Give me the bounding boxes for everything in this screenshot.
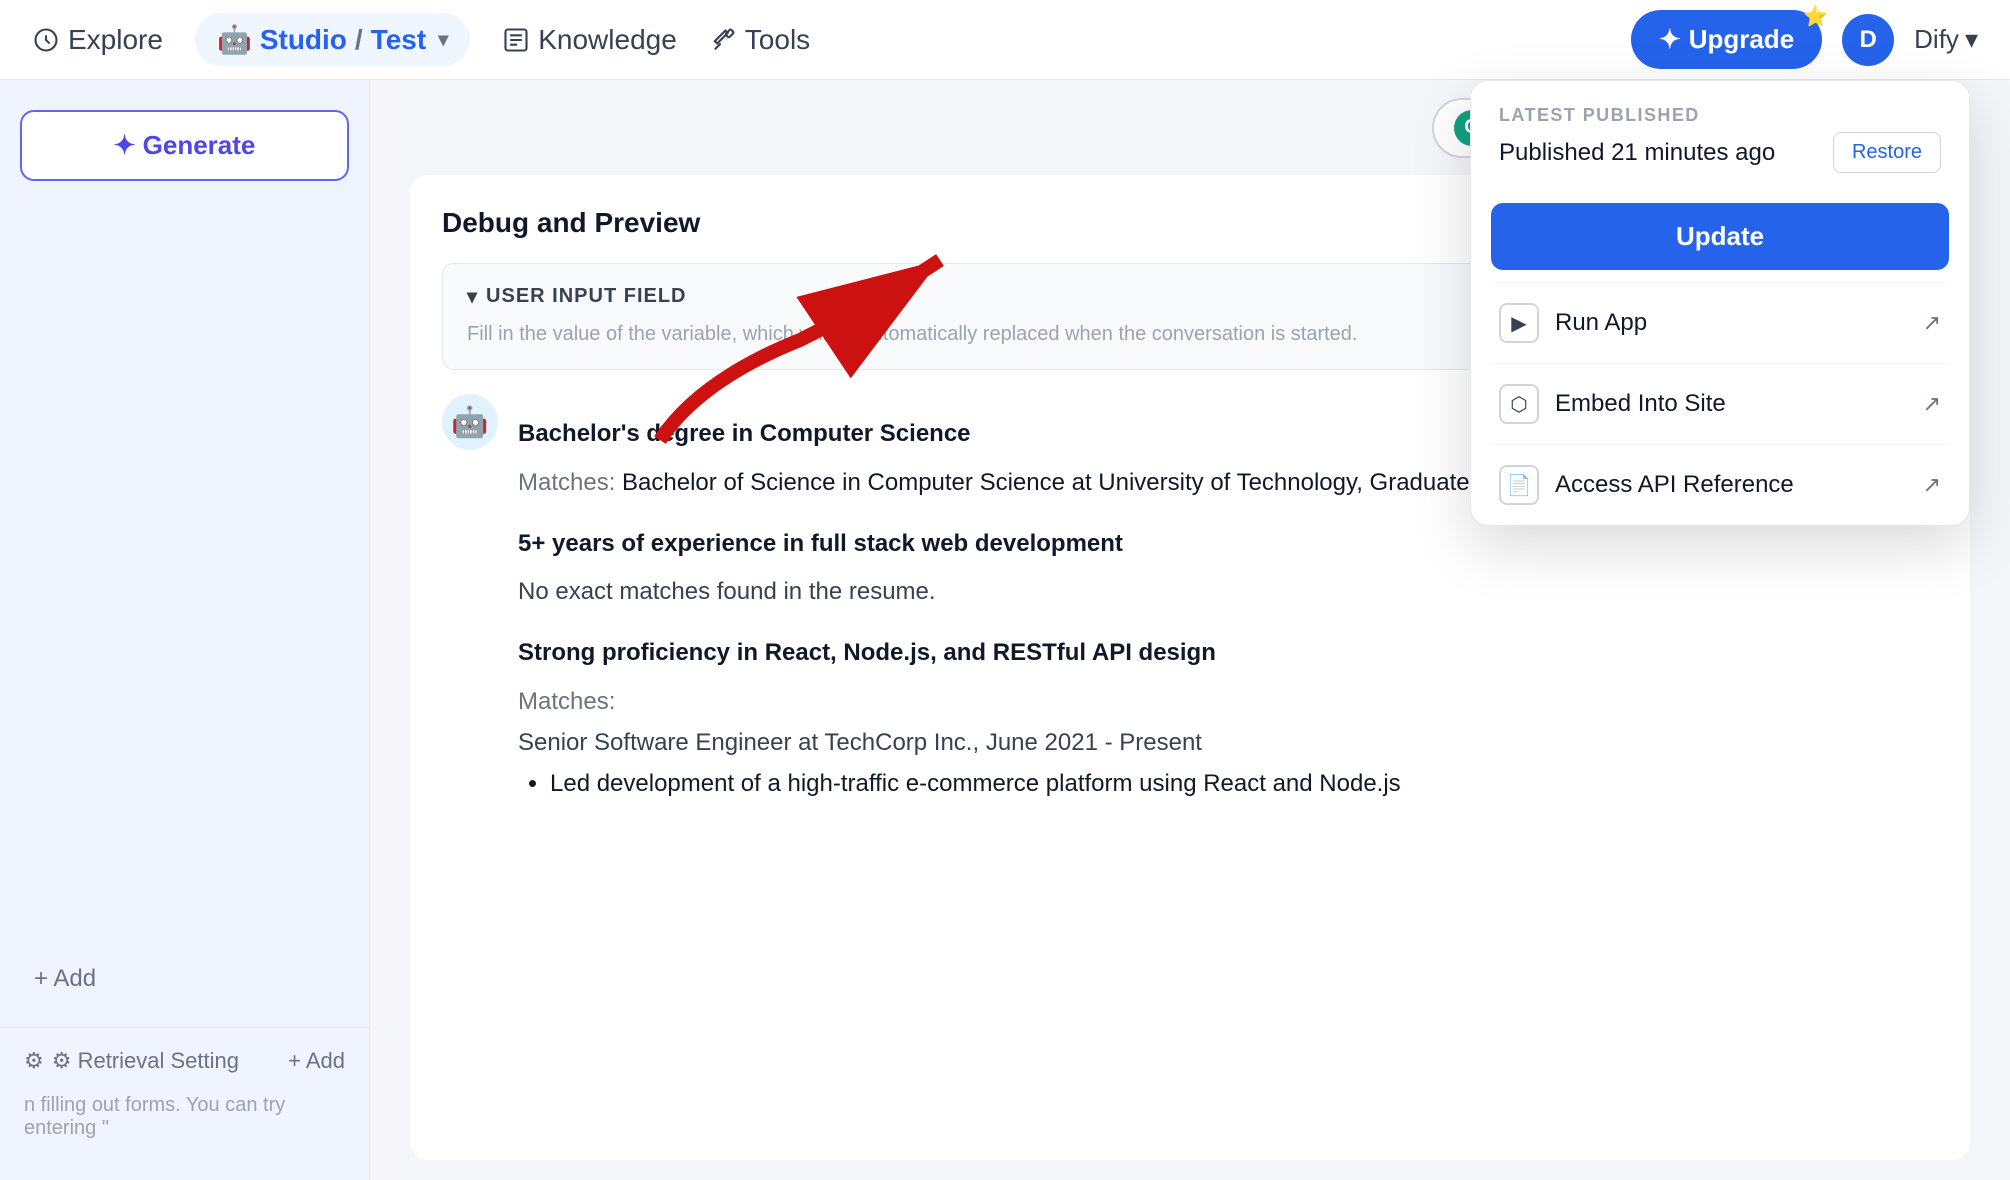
embed-item[interactable]: ⬡ Embed Into Site ↗ <box>1471 364 1969 444</box>
dropdown-published-text: Published 21 minutes ago <box>1499 139 1775 167</box>
chat-avatar: 🤖 <box>442 394 498 450</box>
explore-icon <box>32 26 60 54</box>
knowledge-icon <box>502 26 530 54</box>
api-icon: 📄 <box>1499 465 1539 505</box>
sidebar-bottom-text: n filling out forms. You can try enterin… <box>24 1094 285 1139</box>
embed-label: Embed Into Site <box>1555 390 1726 418</box>
studio-icon: 🤖 <box>217 23 252 56</box>
restore-button[interactable]: Restore <box>1833 132 1941 173</box>
embed-arrow-icon: ↗ <box>1923 391 1941 417</box>
studio-label: Studio <box>260 24 347 56</box>
api-item[interactable]: 📄 Access API Reference ↗ <box>1471 445 1969 525</box>
api-arrow-icon: ↗ <box>1923 472 1941 498</box>
tools-icon <box>709 26 737 54</box>
update-button[interactable]: Update <box>1491 203 1949 270</box>
api-label: Access API Reference <box>1555 471 1794 499</box>
sidebar-add-button[interactable]: + Add <box>20 951 349 1007</box>
sidebar: ✦ Generate + Add ⚙ ⚙ Retrieval Setting +… <box>0 80 370 1180</box>
tools-label: Tools <box>745 24 810 56</box>
section2-title: 5+ years of experience in full stack web… <box>518 524 1938 565</box>
retrieval-icon: ⚙ <box>24 1048 44 1074</box>
section1-match: Bachelor of Science in Computer Science … <box>622 469 1595 496</box>
run-app-arrow-icon: ↗ <box>1923 310 1941 336</box>
nav-tools[interactable]: Tools <box>709 24 810 56</box>
topnav: Explore 🤖 Studio / Test ▾ Knowledge Tool… <box>0 0 2010 80</box>
nav-knowledge[interactable]: Knowledge <box>502 24 677 56</box>
dropdown-header: LATEST PUBLISHED Published 21 minutes ag… <box>1471 81 1969 191</box>
user-chevron-icon: ▾ <box>1965 24 1978 55</box>
star-icon: ⭐ <box>1803 4 1828 29</box>
generate-button[interactable]: ✦ Generate <box>20 110 349 181</box>
run-app-label: Run App <box>1555 309 1647 337</box>
section2-text: No exact matches found in the resume. <box>518 572 1938 613</box>
chat-bullet-item: Led development of a high-traffic e-comm… <box>550 764 1938 805</box>
collapse-icon: ▾ <box>467 284 478 309</box>
embed-icon: ⬡ <box>1499 384 1539 424</box>
nav-explore[interactable]: Explore <box>32 24 163 56</box>
upgrade-label: Upgrade <box>1689 24 1794 55</box>
section3-match: Senior Software Engineer at TechCorp Inc… <box>518 723 1938 764</box>
chat-bullet-list: Led development of a high-traffic e-comm… <box>550 764 1938 805</box>
generate-label: ✦ Generate <box>114 130 256 161</box>
dropdown-latest-label: LATEST PUBLISHED <box>1499 105 1941 126</box>
publish-dropdown: LATEST PUBLISHED Published 21 minutes ag… <box>1470 80 1970 526</box>
user-menu[interactable]: Dify ▾ <box>1914 24 1978 55</box>
sidebar-bottom-add[interactable]: + Add <box>288 1048 345 1074</box>
nav-chevron-icon: ▾ <box>438 27 448 52</box>
explore-label: Explore <box>68 24 163 56</box>
run-app-item[interactable]: ▶ Run App ↗ <box>1471 283 1969 363</box>
knowledge-label: Knowledge <box>538 24 677 56</box>
retrieval-setting[interactable]: ⚙ ⚙ Retrieval Setting <box>24 1048 239 1074</box>
user-avatar: D <box>1842 14 1894 66</box>
sidebar-bottom: ⚙ ⚙ Retrieval Setting + Add <box>0 1027 369 1094</box>
nav-test-label: Test <box>371 24 427 56</box>
upgrade-button[interactable]: ✦ Upgrade ⭐ <box>1631 10 1822 69</box>
upgrade-icon: ✦ <box>1659 24 1681 55</box>
nav-studio-pill[interactable]: 🤖 Studio / Test ▾ <box>195 13 470 66</box>
section3-title: Strong proficiency in React, Node.js, an… <box>518 633 1938 674</box>
dropdown-published-row: Published 21 minutes ago Restore <box>1499 126 1941 179</box>
run-app-icon: ▶ <box>1499 303 1539 343</box>
